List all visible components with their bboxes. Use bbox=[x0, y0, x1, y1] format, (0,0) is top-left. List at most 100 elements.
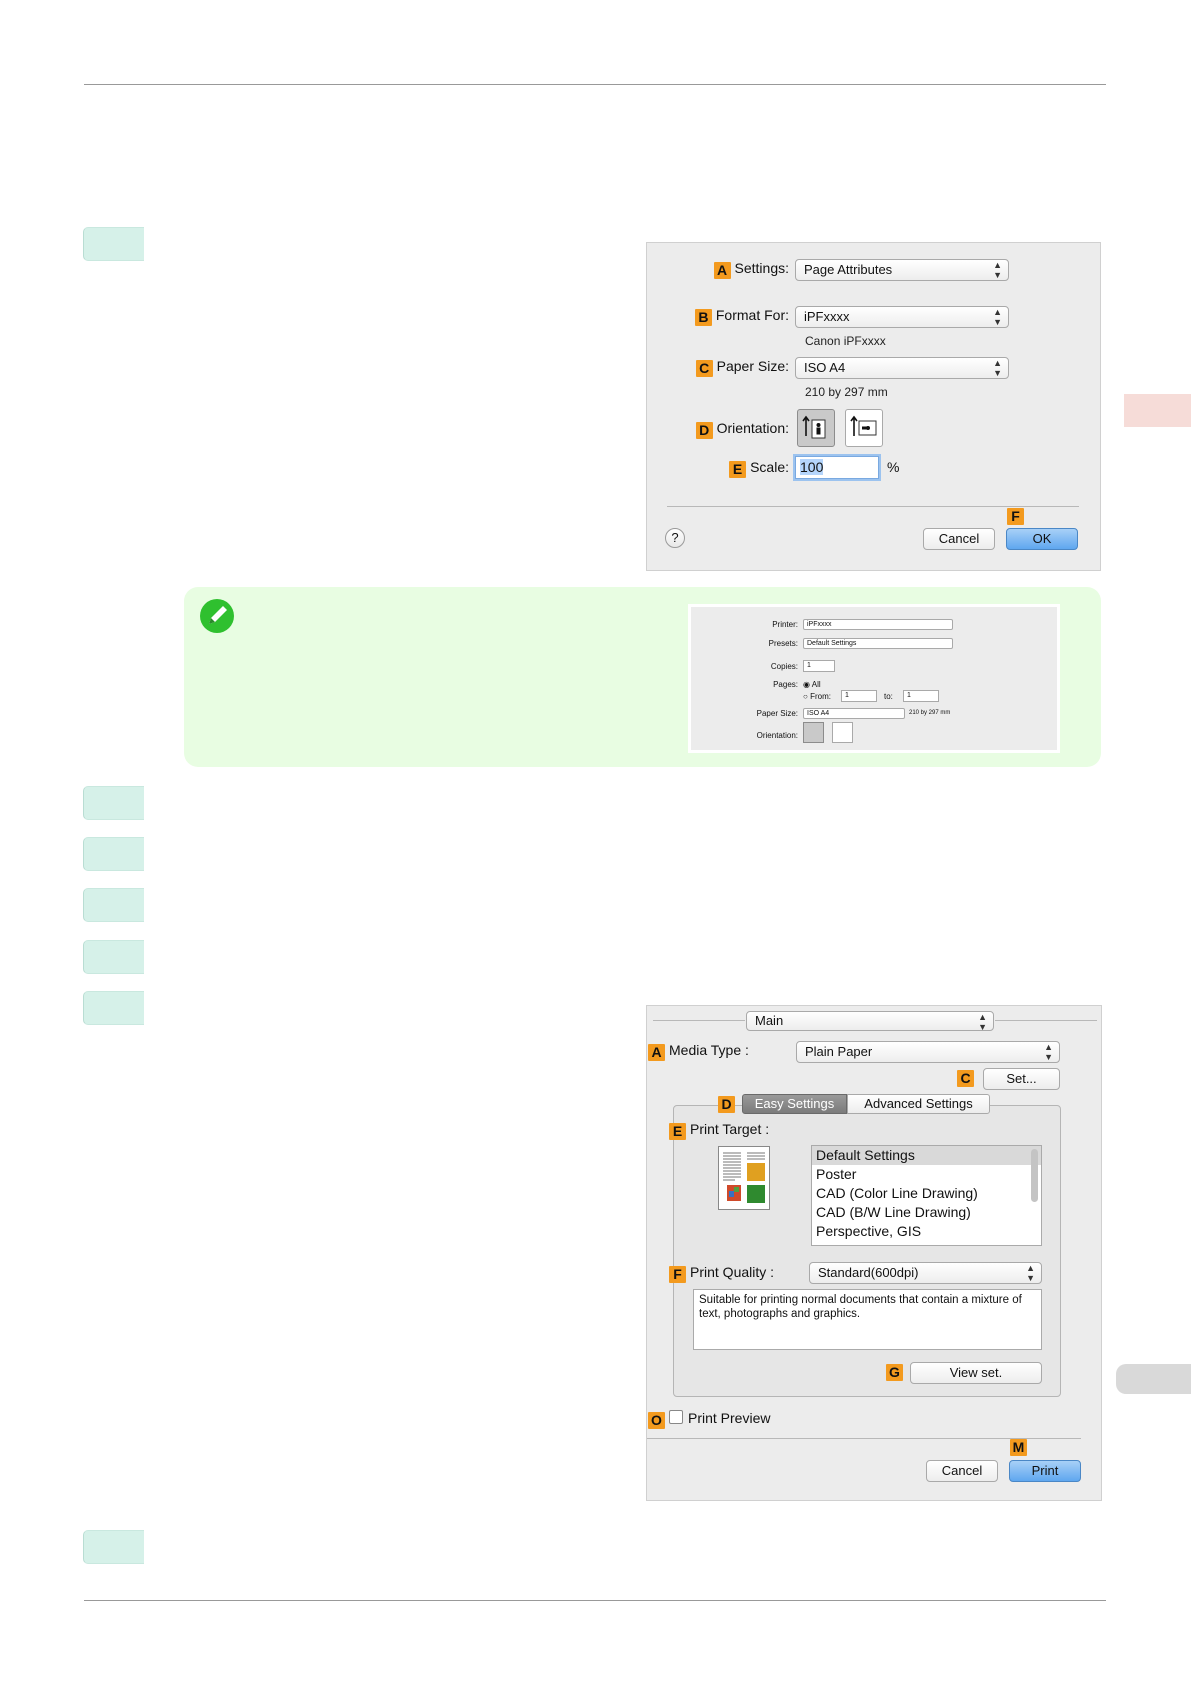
badge-o: O bbox=[648, 1412, 665, 1429]
mini-to-field[interactable]: 1 bbox=[903, 690, 939, 702]
mini-all-radio[interactable]: ◉ All bbox=[803, 680, 821, 689]
index-tab bbox=[1116, 1364, 1191, 1394]
mini-copies-label: Copies: bbox=[770, 662, 798, 671]
view-set-button[interactable]: View set. bbox=[910, 1362, 1042, 1384]
page-setup-dialog: A Settings: Page Attributes ▲ ▼ B Format For… bbox=[647, 243, 1100, 570]
step-tab-3 bbox=[83, 837, 144, 871]
top-rule bbox=[84, 84, 1106, 85]
list-item[interactable]: Perspective, GIS bbox=[812, 1222, 1041, 1241]
note-box: Printer: iPFxxxx Presets: Default Settin… bbox=[184, 587, 1101, 767]
print-target-label-text: Print Target : bbox=[690, 1121, 770, 1137]
badge-f: F bbox=[669, 1266, 686, 1283]
print-preview-checkbox[interactable] bbox=[669, 1410, 683, 1424]
print-quality-popup[interactable]: Standard(600dpi) ▲ ▼ bbox=[809, 1262, 1042, 1284]
tab-easy-settings[interactable]: Easy Settings bbox=[742, 1094, 847, 1114]
media-type-popup[interactable]: Plain Paper ▲ ▼ bbox=[796, 1041, 1060, 1063]
help-button[interactable]: ? bbox=[665, 528, 685, 548]
landscape-button[interactable] bbox=[845, 409, 883, 447]
cancel-button[interactable]: Cancel bbox=[923, 528, 995, 550]
note-pencil-icon bbox=[200, 599, 234, 633]
mini-paper-sub: 210 by 297 mm bbox=[909, 710, 951, 716]
popup-arrows-icon: ▲ ▼ bbox=[993, 260, 1002, 280]
mini-from-radio[interactable]: ○ From: bbox=[803, 692, 831, 701]
print-dialog-thumbnail: Printer: iPFxxxx Presets: Default Settin… bbox=[688, 604, 1060, 753]
mini-from-field[interactable]: 1 bbox=[841, 690, 877, 702]
format-for-label-text: Format For: bbox=[715, 307, 789, 323]
scale-field[interactable]: 100 bbox=[795, 456, 879, 479]
mini-from-label: From: bbox=[810, 692, 831, 701]
format-for-label: B Format For: bbox=[694, 307, 789, 326]
popup-arrows-icon: ▲ ▼ bbox=[978, 1012, 987, 1031]
badge-a: A bbox=[648, 1044, 665, 1061]
mini-landscape-button[interactable] bbox=[832, 722, 853, 743]
settings-popup[interactable]: Page Attributes ▲ ▼ bbox=[795, 259, 1009, 281]
portrait-icon bbox=[802, 415, 826, 439]
print-preview-label: Print Preview bbox=[688, 1410, 771, 1426]
format-for-popup[interactable]: iPFxxxx ▲ ▼ bbox=[795, 306, 1009, 328]
main-left-line bbox=[653, 1020, 745, 1021]
media-type-value: Plain Paper bbox=[805, 1044, 873, 1059]
quality-description-text: Suitable for printing normal documents t… bbox=[699, 1294, 1022, 1320]
document-preview-icon bbox=[723, 1152, 765, 1203]
portrait-button[interactable] bbox=[797, 409, 835, 447]
cancel-button[interactable]: Cancel bbox=[926, 1460, 998, 1482]
list-item[interactable]: Poster bbox=[812, 1165, 1041, 1184]
chapter-tab bbox=[1124, 394, 1191, 427]
settings-value: Page Attributes bbox=[804, 262, 893, 277]
print-quality-value: Standard(600dpi) bbox=[818, 1265, 919, 1280]
orientation-label: D Orientation: bbox=[695, 420, 789, 439]
set-button[interactable]: Set... bbox=[983, 1068, 1060, 1090]
print-main-dialog: Main ▲ ▼ A Media Type : Plain Paper ▲ ▼ C Set… bbox=[647, 1006, 1101, 1500]
print-target-thumbnail bbox=[718, 1146, 770, 1210]
list-item[interactable]: CAD (B/W Line Drawing) bbox=[812, 1203, 1041, 1222]
popup-arrows-icon: ▲ ▼ bbox=[1026, 1263, 1035, 1283]
print-target-list[interactable]: Default Settings Poster CAD (Color Line … bbox=[811, 1145, 1042, 1246]
badge-c: C bbox=[695, 360, 713, 377]
step-tab-6 bbox=[83, 991, 144, 1025]
mini-printer-popup[interactable]: iPFxxxx bbox=[803, 619, 953, 630]
scale-value: 100 bbox=[800, 459, 824, 475]
mini-presets-popup[interactable]: Default Settings bbox=[803, 638, 953, 649]
mini-presets-label: Presets: bbox=[768, 639, 798, 648]
main-right-line bbox=[995, 1020, 1097, 1021]
settings-label: A Settings: bbox=[713, 260, 789, 279]
badge-m: M bbox=[1010, 1439, 1027, 1456]
popup-arrows-icon: ▲ ▼ bbox=[993, 358, 1002, 378]
ok-button[interactable]: OK bbox=[1006, 528, 1078, 550]
step-tab-1 bbox=[83, 227, 144, 261]
scale-label: E Scale: bbox=[729, 459, 789, 478]
scale-unit: % bbox=[887, 459, 900, 475]
quality-description: Suitable for printing normal documents t… bbox=[693, 1289, 1042, 1350]
main-value: Main bbox=[755, 1013, 784, 1028]
print-quality-label-text: Print Quality : bbox=[690, 1264, 775, 1280]
list-item[interactable]: CAD (Color Line Drawing) bbox=[812, 1184, 1041, 1203]
badge-a: A bbox=[713, 262, 731, 279]
badge-b: B bbox=[694, 309, 712, 326]
help-icon: ? bbox=[671, 530, 679, 545]
bottom-rule bbox=[84, 1600, 1106, 1601]
mini-all-label: All bbox=[811, 680, 821, 689]
badge-e: E bbox=[729, 461, 747, 478]
list-item-selected[interactable]: Default Settings bbox=[812, 1146, 1041, 1165]
paper-size-popup[interactable]: ISO A4 ▲ ▼ bbox=[795, 357, 1009, 379]
mini-copies-field[interactable]: 1 bbox=[803, 660, 835, 672]
tab-advanced-settings[interactable]: Advanced Settings bbox=[847, 1094, 990, 1114]
media-type-label-text: Media Type : bbox=[669, 1042, 749, 1058]
landscape-icon bbox=[850, 415, 877, 436]
paper-size-label-text: Paper Size: bbox=[716, 358, 789, 374]
step-tab-2 bbox=[83, 786, 144, 820]
dialog1-separator bbox=[667, 506, 1079, 507]
popup-arrows-icon: ▲ ▼ bbox=[1044, 1042, 1053, 1062]
badge-g: G bbox=[886, 1364, 903, 1381]
mini-paper-popup[interactable]: ISO A4 bbox=[803, 708, 905, 719]
main-popup[interactable]: Main ▲ ▼ bbox=[746, 1011, 994, 1031]
list-scrollbar-thumb[interactable] bbox=[1031, 1149, 1038, 1202]
paper-size-label: C Paper Size: bbox=[695, 358, 789, 377]
badge-c: C bbox=[957, 1070, 974, 1087]
settings-label-text: Settings: bbox=[734, 260, 789, 276]
media-type-label: A Media Type : bbox=[648, 1042, 749, 1061]
badge-e: E bbox=[669, 1123, 686, 1140]
print-quality-label: F Print Quality : bbox=[669, 1264, 774, 1283]
mini-portrait-button[interactable] bbox=[803, 722, 824, 743]
print-button[interactable]: Print bbox=[1009, 1460, 1081, 1482]
